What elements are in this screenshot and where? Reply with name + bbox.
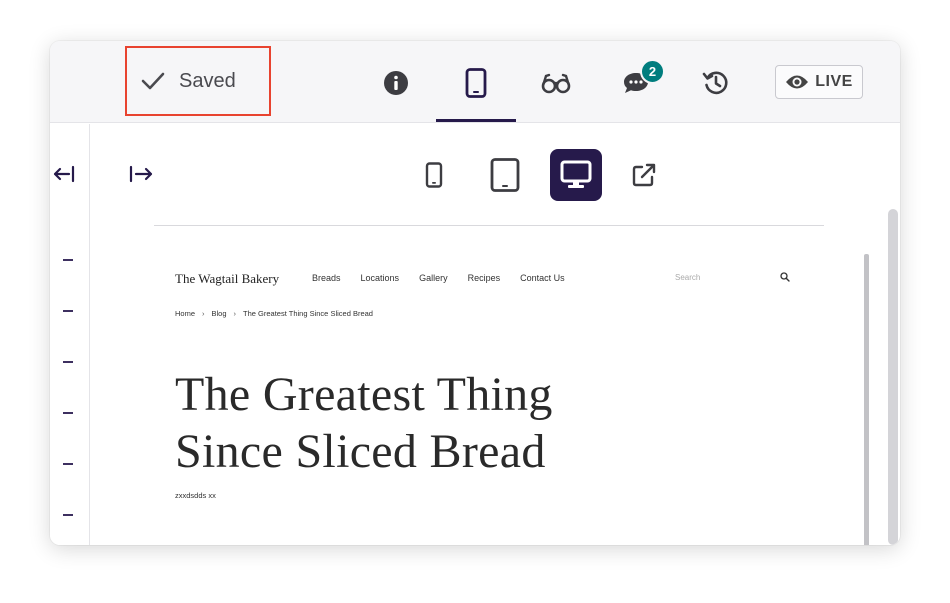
eye-icon [786,75,809,89]
preview-scrollbar[interactable] [864,254,869,545]
desktop-icon [560,160,592,188]
breadcrumb: Home › Blog › The Greatest Thing Since S… [175,309,373,318]
live-label: LIVE [815,73,853,90]
breadcrumb-blog[interactable]: Blog [212,309,227,318]
check-icon [141,72,165,90]
saved-label: Saved [179,69,236,92]
page-title: The Greatest Thing Since Sliced Bread [175,366,695,480]
info-icon [384,71,408,95]
view-live-button[interactable]: LIVE [775,65,863,99]
chevron-right-icon: › [202,309,205,318]
history-icon [702,71,728,95]
mobile-size-button[interactable] [408,149,460,201]
search-icon[interactable] [779,271,791,283]
site-search-input[interactable]: Search [675,273,700,282]
comments-button[interactable]: 2 [606,59,666,103]
saved-status: Saved [125,46,271,116]
site-logo[interactable]: The Wagtail Bakery [175,271,279,287]
window-scrollbar[interactable] [888,209,898,545]
tablet-size-button[interactable] [479,149,531,201]
breadcrumb-current: The Greatest Thing Since Sliced Bread [243,309,373,318]
mobile-icon [425,162,443,188]
minimap-item[interactable] [63,310,73,312]
minimap-sidebar [50,124,90,545]
minimap-item[interactable] [63,514,73,516]
page-title-line-1: The Greatest Thing [175,368,553,421]
mobile-preview-icon [465,68,487,98]
history-button[interactable] [686,63,746,103]
collapse-left-icon[interactable] [51,164,77,184]
preview-panel: The Wagtail Bakery Breads Locations Gall… [91,124,900,545]
glasses-icon [541,73,571,94]
page-subtitle: zxxdsdds xx [175,491,216,500]
info-button[interactable] [366,63,426,103]
breadcrumb-home[interactable]: Home [175,309,195,318]
page-title-line-2: Since Sliced Bread [175,425,546,478]
minimap-item[interactable] [63,463,73,465]
nav-item-recipes[interactable]: Recipes [468,273,501,283]
expand-right-icon[interactable] [128,164,156,184]
nav-item-locations[interactable]: Locations [361,273,400,283]
editor-window: Saved 2 LIVE The Wagtail Bakery Breads L… [50,41,900,545]
preview-tab[interactable] [436,63,516,122]
nav-item-gallery[interactable]: Gallery [419,273,448,283]
nav-item-breads[interactable]: Breads [312,273,341,283]
tablet-icon [490,158,520,192]
comments-count-badge: 2 [640,59,665,84]
editor-header: Saved 2 LIVE [50,41,900,123]
chevron-right-icon: › [233,309,237,318]
minimap-item[interactable] [63,412,73,414]
minimap-item[interactable] [63,259,73,261]
desktop-size-button[interactable] [550,149,602,201]
nav-item-contact[interactable]: Contact Us [520,273,565,283]
external-link-icon [632,163,656,187]
site-preview: The Wagtail Bakery Breads Locations Gall… [175,254,795,545]
accessibility-checks-button[interactable] [526,63,586,103]
preview-divider [154,225,824,226]
open-in-new-tab-button[interactable] [618,149,670,201]
minimap-item[interactable] [63,361,73,363]
site-nav: Breads Locations Gallery Recipes Contact… [312,273,585,283]
